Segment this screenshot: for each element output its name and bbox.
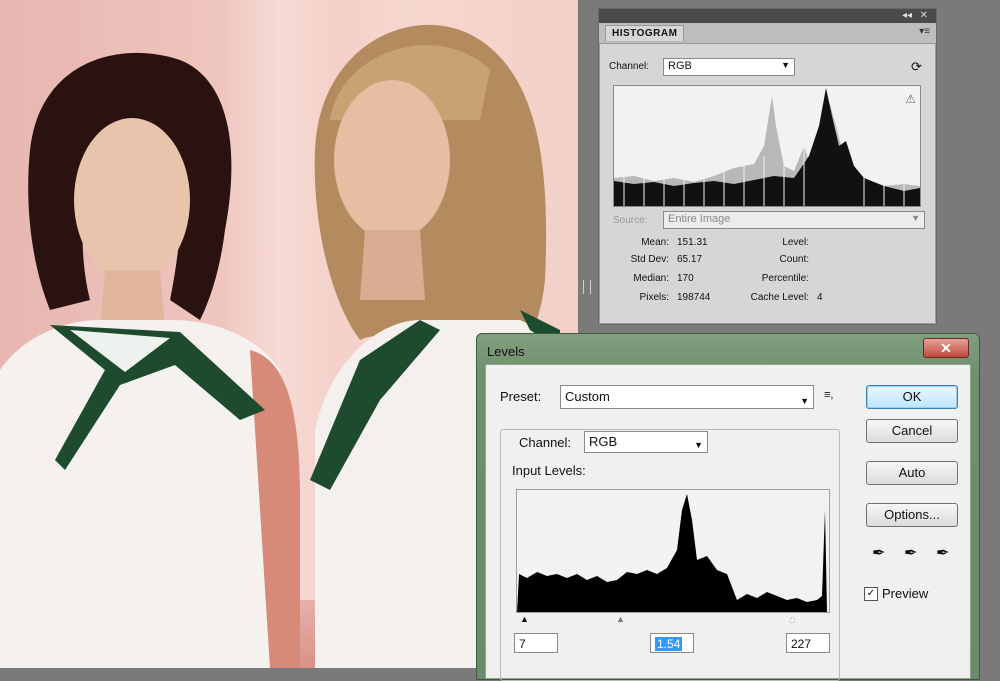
chevron-down-icon: ▼	[800, 396, 809, 406]
preview-label[interactable]: Preview	[882, 586, 928, 601]
dialog-title: Levels	[487, 344, 525, 359]
pixels-label: Pixels:	[639, 292, 669, 303]
chevron-down-icon: ▼	[911, 213, 920, 223]
histogram-stats: Mean: 151.31 Std Dev: 65.17 Median: 170 …	[599, 235, 936, 315]
levels-histogram	[516, 489, 830, 613]
median-label: Median:	[633, 273, 669, 284]
histogram-graph: ⚠	[613, 85, 921, 207]
level-label: Level:	[782, 237, 809, 248]
chevron-down-icon: ▼	[781, 60, 790, 70]
channel-label: Channel:	[609, 61, 650, 72]
right-face	[334, 80, 450, 240]
dialog-body: Preset: Custom ▼ ≡, OK Cancel Auto Optio…	[485, 364, 971, 681]
levels-channel-label: Channel:	[516, 435, 575, 450]
tab-histogram[interactable]: HISTOGRAM	[605, 25, 685, 41]
preset-select[interactable]: Custom ▼	[560, 385, 814, 409]
cancel-button[interactable]: Cancel	[866, 419, 958, 443]
collapse-icon[interactable]: ◂◂	[902, 10, 912, 21]
levels-histogram-plot	[517, 494, 827, 612]
histogram-plot	[614, 88, 920, 206]
panel-splitter[interactable]	[583, 280, 591, 294]
preset-options-icon[interactable]: ≡,	[824, 389, 833, 401]
median-value: 170	[677, 273, 694, 284]
ok-button[interactable]: OK	[866, 385, 958, 409]
cache-level-label: Cache Level:	[750, 292, 809, 303]
auto-button[interactable]: Auto	[866, 461, 958, 485]
source-label: Source:	[613, 215, 648, 226]
chevron-down-icon: ▼	[694, 440, 703, 450]
levels-channel-value: RGB	[589, 434, 618, 449]
close-button[interactable]: ✕	[923, 338, 969, 358]
gray-eyedropper-icon[interactable]: ✒	[904, 543, 917, 563]
left-face	[74, 118, 190, 282]
panel-titlebar[interactable]: ◂◂ ✕	[599, 9, 936, 23]
input-white-field[interactable]: 227	[786, 633, 830, 653]
percentile-label: Percentile:	[761, 273, 809, 284]
levels-histogram-shape	[517, 494, 827, 612]
mean-value: 151.31	[677, 237, 708, 248]
preset-value: Custom	[565, 389, 610, 404]
levels-channel-select[interactable]: RGB ▼	[584, 431, 708, 453]
white-point-slider[interactable]: ▲	[788, 614, 797, 624]
source-value: Entire Image	[668, 213, 731, 225]
input-levels-label: Input Levels:	[512, 463, 586, 478]
source-select[interactable]: Entire Image ▼	[663, 211, 925, 229]
black-eyedropper-icon[interactable]: ✒	[872, 543, 885, 563]
preview-checkbox[interactable]: ✓	[864, 587, 878, 601]
channel-value: RGB	[668, 60, 692, 72]
input-black-field[interactable]: 7	[514, 633, 558, 653]
gamma-slider[interactable]: ▲	[616, 614, 625, 624]
options-button[interactable]: Options...	[866, 503, 958, 527]
panel-tabrow: HISTOGRAM ▾≡	[599, 23, 936, 44]
input-gamma-value: 1.54	[655, 637, 683, 651]
close-panel-icon[interactable]: ✕	[920, 10, 928, 21]
cache-level-value: 4	[817, 292, 823, 303]
stddev-value: 65.17	[677, 254, 703, 265]
pixels-value: 198744	[677, 292, 711, 303]
levels-dialog: Levels ✕ Preset: Custom ▼ ≡, OK Cancel A…	[476, 333, 980, 681]
mean-label: Mean:	[641, 237, 669, 248]
refresh-icon[interactable]: ⟳	[911, 59, 922, 75]
panel-menu-icon[interactable]: ▾≡	[919, 26, 930, 37]
black-point-slider[interactable]: ▲	[520, 614, 529, 624]
count-label: Count:	[779, 254, 809, 265]
input-gamma-field[interactable]: 1.54	[650, 633, 694, 653]
warning-icon[interactable]: ⚠	[905, 92, 916, 106]
channel-select[interactable]: RGB ▼	[663, 58, 795, 76]
stddev-label: Std Dev:	[630, 254, 669, 265]
preset-label: Preset:	[500, 389, 542, 404]
white-eyedropper-icon[interactable]: ✒	[936, 543, 949, 563]
histogram-panel: ◂◂ ✕ HISTOGRAM ▾≡ Channel: RGB ▼ ⟳ ⚠ Sou…	[598, 8, 937, 325]
